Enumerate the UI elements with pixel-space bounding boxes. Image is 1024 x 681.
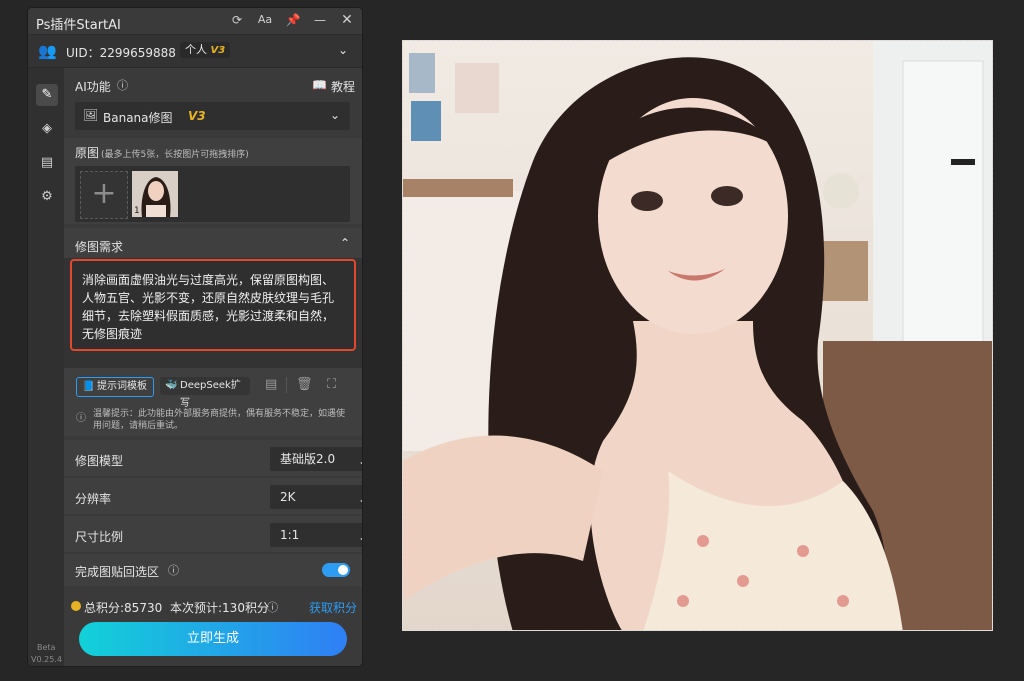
resolution-value: 2K [280, 490, 296, 504]
ai-model-dropdown[interactable]: 🖼 Banana修图 V3 ⌄ [75, 102, 350, 130]
sidebar: ✎ ◈ ▤ ⚙ Beta V0.25.4 [28, 68, 64, 666]
book-icon[interactable]: 📖 [312, 78, 327, 92]
info-icon[interactable]: ⓘ [117, 77, 128, 93]
font-size-icon[interactable]: Aa [257, 12, 273, 28]
ai-function-label: AI功能 [75, 80, 111, 94]
window-title: Ps插件StartAI [36, 18, 121, 33]
chevron-down-icon: ⌄ [358, 525, 362, 549]
tutorial-link[interactable]: 教程 [331, 78, 355, 95]
coin-icon [71, 601, 81, 611]
expand-icon[interactable]: ⛶ [327, 377, 336, 392]
ai-function-section: AI功能 ⓘ 📖 教程 🖼 Banana修图 V3 ⌄ [64, 68, 362, 134]
plan-badge: 个人 V3 [180, 42, 231, 58]
settings-icon[interactable]: ⚙ [36, 186, 58, 208]
prompt-template-label: 提示词模板 [97, 381, 147, 392]
thumbnail-index: 1 [134, 206, 140, 216]
uploaded-thumbnail[interactable]: 1 [132, 171, 178, 217]
original-image-label: 原图 [75, 146, 100, 160]
info-icon[interactable]: ⓘ [168, 562, 179, 578]
model-dropdown[interactable]: 基础版2.0 ⌄ [270, 447, 362, 471]
model-row: 修图模型 基础版2.0 ⌄ [64, 440, 362, 476]
image-upload-area[interactable]: + 1 [75, 166, 350, 222]
get-points-link[interactable]: 获取积分 [309, 599, 357, 616]
image-icon: 🖼 [83, 108, 99, 122]
ai-model-value: Banana修图 [103, 111, 173, 125]
ratio-dropdown[interactable]: 1:1 ⌄ [270, 523, 362, 547]
add-image-button[interactable]: + [80, 171, 128, 219]
book-icon: 📘 [82, 381, 95, 392]
ratio-value: 1:1 [280, 528, 300, 542]
deepseek-button[interactable]: 🐳 DeepSeek扩写 [160, 377, 250, 409]
deepseek-icon: 🐳 [165, 380, 178, 391]
edit-request-label: 修图需求 [75, 240, 124, 254]
original-image-section: 原图 (最多上传5张，长按图片可拖拽排序) + 1 [64, 138, 362, 224]
model-label: 修图模型 [75, 454, 124, 468]
version-label: V0.25.4 [31, 655, 62, 664]
main-content: AI功能 ⓘ 📖 教程 🖼 Banana修图 V3 ⌄ 原图 (最多上传5张，长… [64, 68, 362, 666]
uid-text: UID：2299659888 [66, 46, 176, 60]
paste-back-label: 完成图贴回选区 [75, 565, 160, 579]
points-estimate: 本次预计:130积分 [170, 601, 269, 615]
chevron-down-icon: ⌄ [358, 449, 362, 473]
prompt-template-button[interactable]: 📘 提示词模板 [76, 377, 154, 397]
minimize-icon[interactable]: — [312, 12, 328, 28]
paste-back-toggle[interactable] [322, 563, 350, 577]
resolution-label: 分辨率 [75, 492, 112, 506]
beta-label: Beta [37, 643, 56, 652]
history-icon[interactable]: ▤ [265, 377, 277, 392]
close-icon[interactable]: ✕ [339, 12, 355, 28]
notice-text: 温馨提示：此功能由外部服务商提供，偶有服务不稳定，如遇使用问题，请稍后重试。 [93, 409, 346, 431]
layers-icon[interactable]: ◈ [36, 118, 58, 140]
edit-request-section: 修图需求 ⌃ 消除画面虚假油光与过度高光，保留原图构图、人物五官、光影不变，还原… [64, 228, 362, 436]
uid-bar[interactable]: 👥 UID：2299659888 个人 V3 ⌄ [28, 35, 362, 68]
document-icon[interactable]: ▤ [36, 152, 58, 174]
chevron-down-icon: ⌄ [329, 108, 340, 122]
chevron-up-icon[interactable]: ⌃ [340, 236, 350, 250]
pin-icon[interactable]: 📌 [285, 12, 301, 28]
generate-button[interactable]: 立即生成 [79, 622, 347, 656]
chevron-down-icon: ⌄ [358, 487, 362, 511]
info-icon[interactable]: ⓘ [267, 599, 278, 615]
title-bar: Ps插件StartAI ⟳ Aa 📌 — ✕ [28, 8, 362, 35]
ratio-label: 尺寸比例 [75, 530, 124, 544]
paste-back-row: 完成图贴回选区 ⓘ [64, 554, 362, 586]
ratio-row: 尺寸比例 1:1 ⌄ [64, 516, 362, 552]
resolution-row: 分辨率 2K ⌄ [64, 478, 362, 514]
divider [286, 377, 287, 393]
canvas-photo [403, 41, 992, 630]
plugin-panel: Ps插件StartAI ⟳ Aa 📌 — ✕ 👥 UID：2299659888 … [28, 8, 362, 666]
plan-version: V3 [210, 45, 226, 56]
document-canvas [402, 40, 993, 631]
upload-hint: (最多上传5张，长按图片可拖拽排序) [101, 150, 249, 160]
chevron-down-icon[interactable]: ⌄ [338, 43, 348, 57]
points-total: 总积分:85730 [84, 601, 163, 615]
users-icon: 👥 [38, 42, 57, 60]
model-value: 基础版2.0 [280, 452, 336, 466]
edit-request-textarea[interactable]: 消除画面虚假油光与过度高光，保留原图构图、人物五官、光影不变，还原自然皮肤纹理与… [70, 259, 356, 351]
trash-icon[interactable]: 🗑 [296, 377, 313, 392]
info-icon: ⓘ [76, 413, 86, 424]
refresh-icon[interactable]: ⟳ [229, 12, 245, 28]
edit-icon[interactable]: ✎ [36, 84, 58, 106]
ai-model-version: V3 [188, 109, 206, 123]
textarea-container: 消除画面虚假油光与过度高光，保留原图构图、人物五官、光影不变，还原自然皮肤纹理与… [70, 259, 356, 351]
plan-label: 个人 [185, 43, 207, 56]
resolution-dropdown[interactable]: 2K ⌄ [270, 485, 362, 509]
